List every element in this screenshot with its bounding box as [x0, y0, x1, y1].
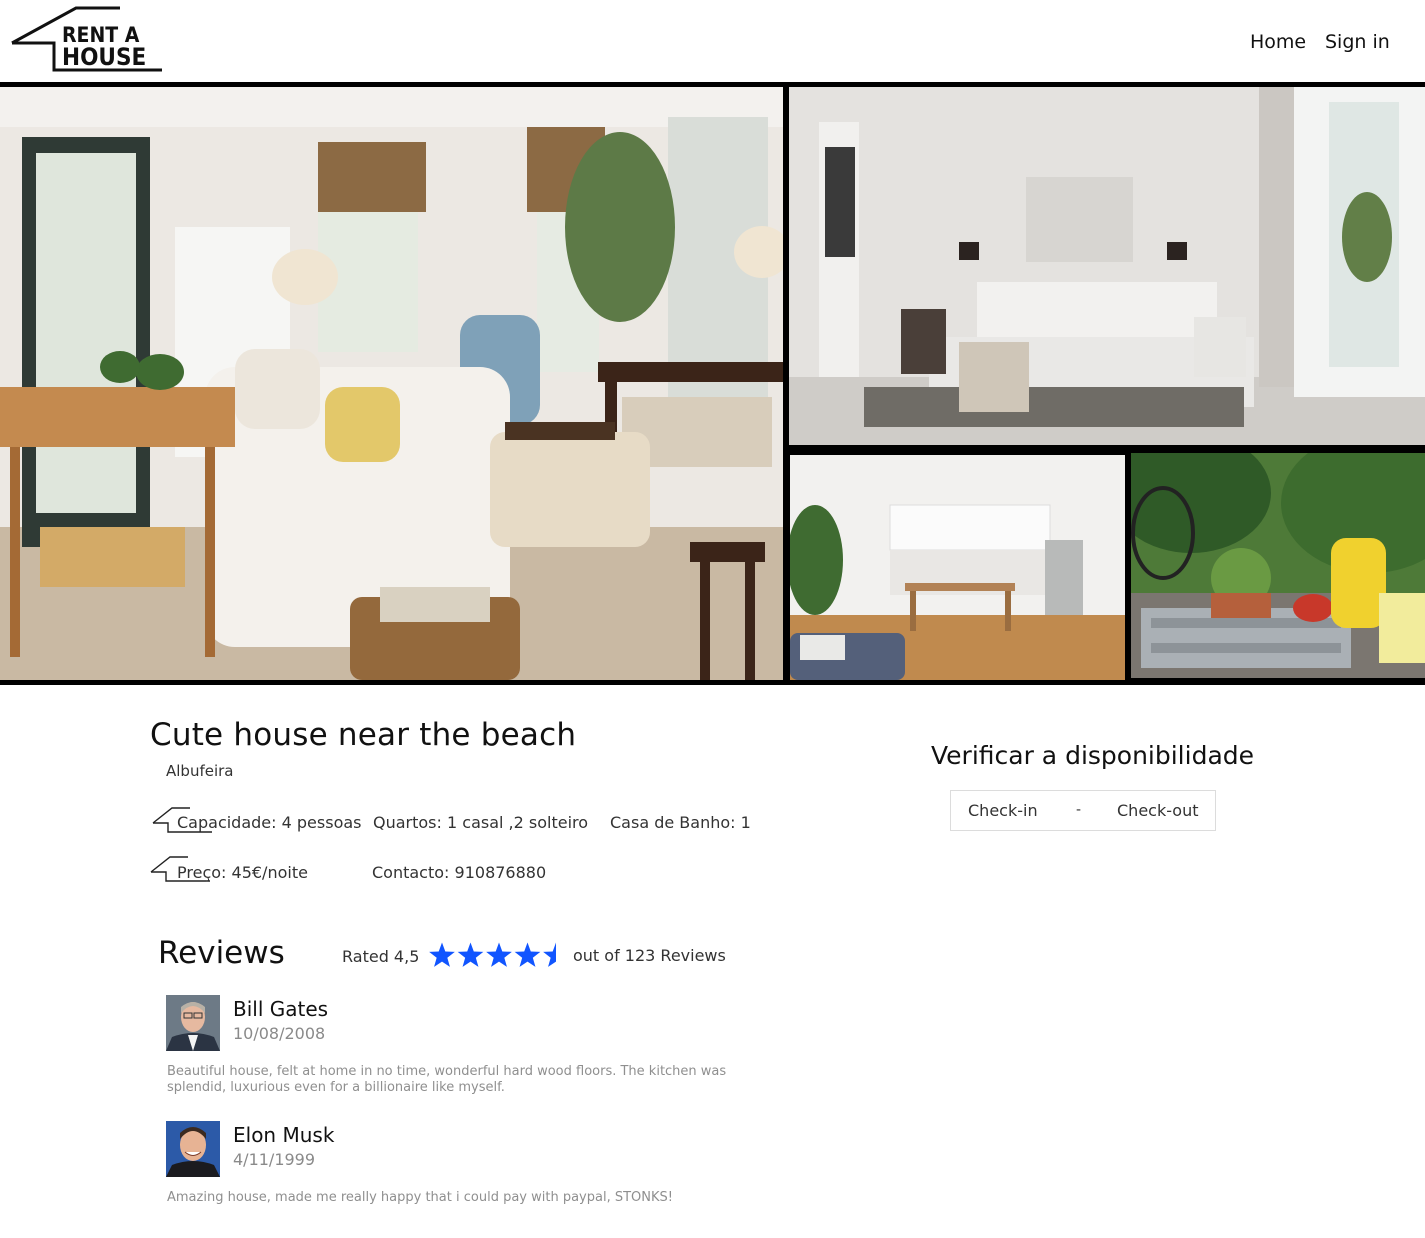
reviewer-name: Bill Gates: [233, 997, 329, 1021]
listing-location: Albufeira: [166, 762, 234, 780]
house-logo-icon: RENT A HOUSE: [11, 6, 162, 72]
capacity-label: Capacidade:: [177, 813, 277, 832]
review-text: Beautiful house, felt at home in no time…: [167, 1064, 727, 1095]
date-range-picker[interactable]: Check-in - Check-out: [950, 790, 1216, 831]
price-info: Preço: 45€/noite: [177, 863, 308, 882]
rent-a-house-logo[interactable]: RENT A HOUSE: [10, 6, 165, 74]
review-date: 10/08/2008: [233, 1024, 326, 1043]
capacity-info: Capacidade: 4 pessoas: [177, 813, 362, 832]
availability-title: Verificar a disponibilidade: [931, 741, 1255, 770]
bathroom-value: 1: [740, 813, 751, 832]
star-rating: [429, 942, 556, 967]
avatar-bill-gates: [166, 995, 220, 1051]
date-separator: -: [1076, 802, 1082, 818]
avatar-elon-musk: [166, 1121, 220, 1177]
price-value: 45€/noite: [231, 863, 308, 882]
star-half-icon: [543, 942, 556, 967]
bedroom-photo[interactable]: [789, 87, 1425, 445]
star-filled-icon: [514, 942, 541, 967]
star-filled-icon: [457, 942, 484, 967]
rooms-info: Quartos: 1 casal ,2 solteiro: [373, 813, 588, 832]
bathroom-info: Casa de Banho: 1: [610, 813, 751, 832]
star-filled-icon: [429, 942, 455, 967]
contact-info: Contacto: 910876880: [372, 863, 546, 882]
price-label: Preço:: [177, 863, 227, 882]
check-in-field[interactable]: Check-in: [968, 791, 1038, 830]
kitchen-photo[interactable]: [790, 455, 1125, 680]
header: RENT A HOUSE Home Sign in: [0, 0, 1425, 82]
rooms-label: Quartos:: [373, 813, 442, 832]
garden-photo[interactable]: [1131, 453, 1425, 678]
review-text: Amazing house, made me really happy that…: [167, 1190, 673, 1205]
check-out-field[interactable]: Check-out: [1117, 791, 1199, 830]
nav-home-link[interactable]: Home: [1250, 31, 1306, 53]
living-room-photo[interactable]: [0, 87, 783, 680]
capacity-value: 4 pessoas: [281, 813, 362, 832]
logo-text-bottom: HOUSE: [62, 43, 146, 71]
rating-label: Rated 4,5: [342, 947, 420, 966]
contact-label: Contacto:: [372, 863, 450, 882]
listing-title: Cute house near the beach: [150, 717, 577, 753]
reviewer-name: Elon Musk: [233, 1123, 335, 1147]
bathroom-label: Casa de Banho:: [610, 813, 736, 832]
review-date: 4/11/1999: [233, 1150, 316, 1169]
contact-value: 910876880: [454, 863, 547, 882]
reviews-heading: Reviews: [158, 935, 285, 971]
rooms-value: 1 casal ,2 solteiro: [447, 813, 589, 832]
star-filled-icon: [486, 942, 512, 967]
photo-gallery: [0, 87, 1425, 685]
review-count: out of 123 Reviews: [573, 946, 726, 965]
nav-sign-in-link[interactable]: Sign in: [1325, 31, 1390, 53]
